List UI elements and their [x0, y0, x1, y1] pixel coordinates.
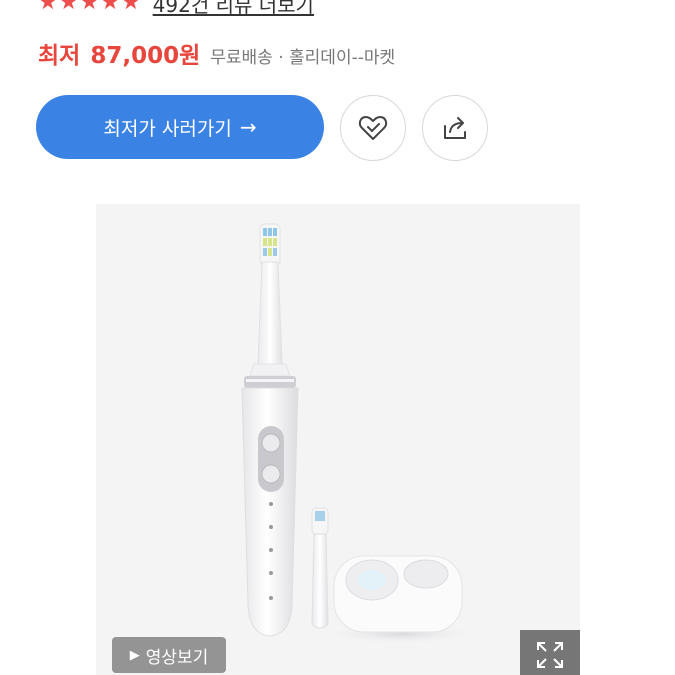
star-icon: ★ — [79, 0, 100, 15]
like-button[interactable] — [340, 95, 406, 161]
lowest-price-label: 최저 — [38, 43, 81, 69]
heart-check-icon — [358, 116, 388, 140]
play-icon: ▶ — [129, 647, 140, 663]
rating-stars: ★ ★ ★ ★ ★ — [38, 0, 141, 14]
star-icon: ★ — [38, 0, 58, 15]
star-icon: ★ — [120, 0, 141, 15]
buy-lowest-price-button[interactable]: 최저가 사러가기 → — [36, 95, 324, 159]
star-icon: ★ — [100, 0, 120, 15]
review-more-link[interactable]: 492건 리뷰 더보기 — [153, 0, 314, 18]
expand-button[interactable] — [520, 630, 580, 675]
expand-icon — [537, 642, 563, 668]
rating-row: ★ ★ ★ ★ ★ 492건 리뷰 더보기 — [38, 0, 314, 18]
toothbrush-product-photo — [241, 223, 481, 644]
video-play-button[interactable]: ▶ 영상보기 — [112, 637, 226, 673]
share-button[interactable] — [422, 95, 488, 161]
arrow-right-icon: → — [239, 115, 257, 139]
price-row: 최저 87,000원 무료배송 · 홀리데이--마켓 — [38, 36, 395, 76]
star-icon: ★ — [58, 0, 79, 15]
product-image[interactable]: ▶ 영상보기 — [96, 204, 580, 675]
lowest-price-value: 87,000원 — [90, 43, 201, 69]
shipping-info: 무료배송 · 홀리데이--마켓 — [210, 48, 396, 68]
share-icon — [444, 117, 466, 139]
video-button-label: 영상보기 — [145, 647, 209, 668]
buy-button-label: 최저가 사러가기 — [103, 117, 232, 140]
